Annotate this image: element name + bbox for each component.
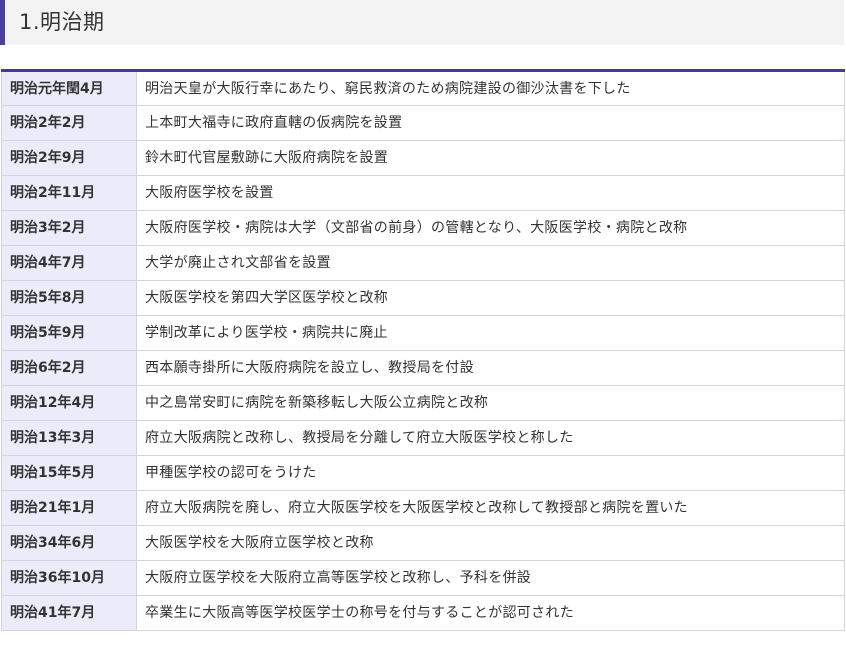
history-table: 明治元年閏4月 明治天皇が大阪行幸にあたり、窮民救済のため病院建設の御沙汰書を下し… (1, 69, 845, 631)
table-row: 明治4年7月 大学が廃止され文部省を設置 (1, 245, 845, 281)
date-cell: 明治13年3月 (1, 420, 137, 456)
table-row: 明治3年2月 大阪府医学校・病院は大学（文部省の前身）の管轄となり、大阪医学校・病… (1, 210, 845, 246)
event-cell: 大阪府医学校・病院は大学（文部省の前身）の管轄となり、大阪医学校・病院と改称 (136, 210, 845, 246)
table-row: 明治34年6月 大阪医学校を大阪府立医学校と改称 (1, 525, 845, 561)
table-row: 明治5年9月 学制改革により医学校・病院共に廃止 (1, 315, 845, 351)
event-cell: 西本願寺掛所に大阪府病院を設立し、教授局を付設 (136, 350, 845, 386)
table-row: 明治元年閏4月 明治天皇が大阪行幸にあたり、窮民救済のため病院建設の御沙汰書を下し… (1, 70, 845, 106)
date-cell: 明治5年8月 (1, 280, 137, 316)
date-cell: 明治4年7月 (1, 245, 137, 281)
table-row: 明治6年2月 西本願寺掛所に大阪府病院を設立し、教授局を付設 (1, 350, 845, 386)
date-cell: 明治12年4月 (1, 385, 137, 421)
table-row: 明治41年7月 卒業生に大阪高等医学校医学士の称号を付与することが認可された (1, 595, 845, 631)
date-cell: 明治15年5月 (1, 455, 137, 491)
table-row: 明治13年3月 府立大阪病院と改称し、教授局を分離して府立大阪医学校と称した (1, 420, 845, 456)
event-cell: 鈴木町代官屋敷跡に大阪府病院を設置 (136, 140, 845, 176)
event-cell: 府立大阪病院を廃し、府立大阪医学校を大阪医学校と改称して教授部と病院を置いた (136, 490, 845, 526)
date-cell: 明治2年9月 (1, 140, 137, 176)
table-row: 明治2年11月 大阪府医学校を設置 (1, 175, 845, 211)
event-cell: 学制改革により医学校・病院共に廃止 (136, 315, 845, 351)
table-row: 明治12年4月 中之島常安町に病院を新築移転し大阪公立病院と改称 (1, 385, 845, 421)
table-row: 明治2年9月 鈴木町代官屋敷跡に大阪府病院を設置 (1, 140, 845, 176)
date-cell: 明治2年11月 (1, 175, 137, 211)
event-cell: 大阪医学校を大阪府立医学校と改称 (136, 525, 845, 561)
table-row: 明治36年10月 大阪府立医学校を大阪府立高等医学校と改称し、予科を併設 (1, 560, 845, 596)
event-cell: 大学が廃止され文部省を設置 (136, 245, 845, 281)
history-table-body: 明治元年閏4月 明治天皇が大阪行幸にあたり、窮民救済のため病院建設の御沙汰書を下し… (1, 70, 845, 631)
date-cell: 明治元年閏4月 (1, 70, 137, 106)
event-cell: 大阪医学校を第四大学区医学校と改称 (136, 280, 845, 316)
table-row: 明治5年8月 大阪医学校を第四大学区医学校と改称 (1, 280, 845, 316)
event-cell: 上本町大福寺に政府直轄の仮病院を設置 (136, 105, 845, 141)
date-cell: 明治5年9月 (1, 315, 137, 351)
event-cell: 甲種医学校の認可をうけた (136, 455, 845, 491)
table-row: 明治15年5月 甲種医学校の認可をうけた (1, 455, 845, 491)
date-cell: 明治6年2月 (1, 350, 137, 386)
date-cell: 明治36年10月 (1, 560, 137, 596)
table-row: 明治2年2月 上本町大福寺に政府直轄の仮病院を設置 (1, 105, 845, 141)
date-cell: 明治3年2月 (1, 210, 137, 246)
event-cell: 大阪府医学校を設置 (136, 175, 845, 211)
section-title: 1.明治期 (19, 10, 105, 34)
date-cell: 明治2年2月 (1, 105, 137, 141)
date-cell: 明治21年1月 (1, 490, 137, 526)
event-cell: 中之島常安町に病院を新築移転し大阪公立病院と改称 (136, 385, 845, 421)
event-cell: 府立大阪病院と改称し、教授局を分離して府立大阪医学校と称した (136, 420, 845, 456)
event-cell: 卒業生に大阪高等医学校医学士の称号を付与することが認可された (136, 595, 845, 631)
section-heading: 1.明治期 (0, 0, 844, 45)
date-cell: 明治34年6月 (1, 525, 137, 561)
event-cell: 明治天皇が大阪行幸にあたり、窮民救済のため病院建設の御沙汰書を下した (136, 70, 845, 106)
table-row: 明治21年1月 府立大阪病院を廃し、府立大阪医学校を大阪医学校と改称して教授部と病… (1, 490, 845, 526)
event-cell: 大阪府立医学校を大阪府立高等医学校と改称し、予科を併設 (136, 560, 845, 596)
date-cell: 明治41年7月 (1, 595, 137, 631)
